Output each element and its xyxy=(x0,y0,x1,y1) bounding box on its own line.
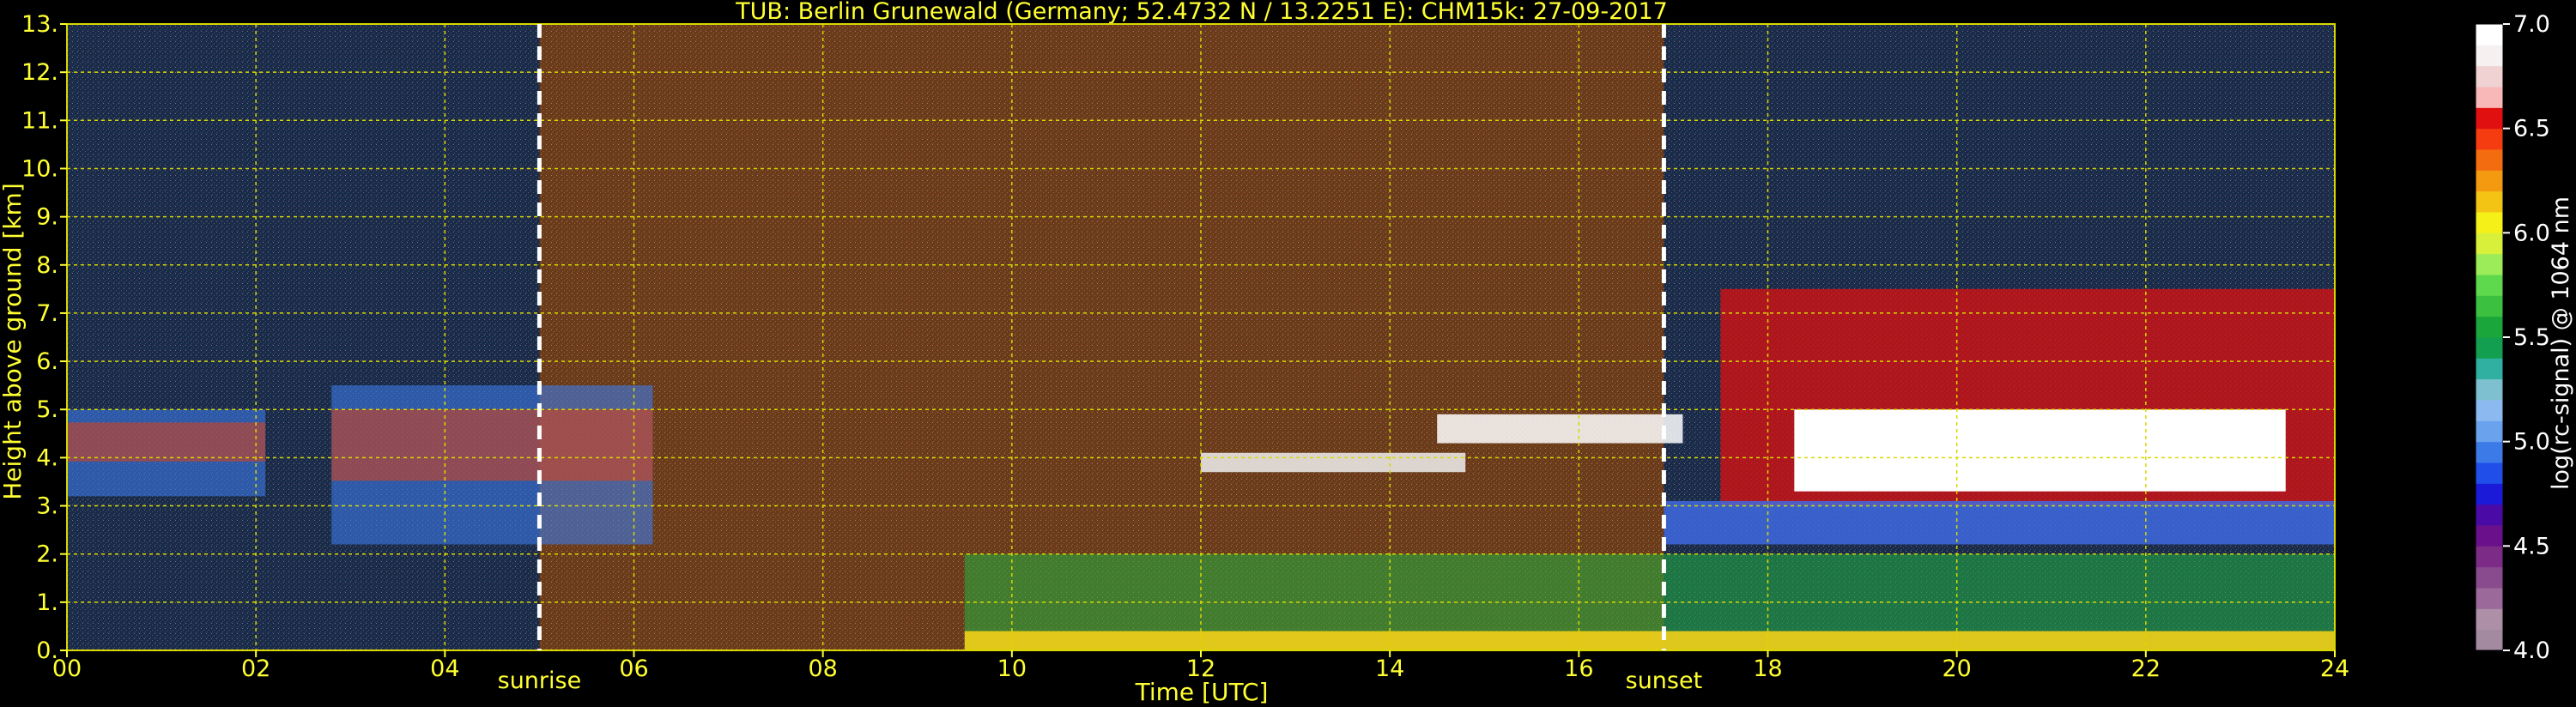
colorbar-segment xyxy=(2476,525,2503,547)
colorbar-tick-label: 7.0 xyxy=(2513,11,2550,38)
x-tick-label: 02 xyxy=(241,656,270,682)
y-tick-label: 10. xyxy=(21,155,58,182)
y-tick-label: 13. xyxy=(21,11,58,38)
colorbar xyxy=(2475,23,2504,651)
event-labels: sunrise sunset xyxy=(498,668,1703,694)
feature-residual-layer xyxy=(1664,500,2335,545)
colorbar-segment xyxy=(2476,275,2503,296)
feature-low-cloud-core xyxy=(67,422,266,462)
colorbar-segment xyxy=(2476,212,2503,233)
colorbar-segment xyxy=(2476,316,2503,338)
colorbar-segment xyxy=(2476,462,2503,484)
colorbar-segment xyxy=(2476,107,2503,130)
colorbar-segment xyxy=(2476,441,2503,463)
x-tick-label: 04 xyxy=(430,656,459,682)
colorbar-segment xyxy=(2476,170,2503,192)
x-tick-label: 16 xyxy=(1564,656,1593,682)
event-label-sunset: sunset xyxy=(1626,668,1703,694)
y-tick-label: 11. xyxy=(21,107,58,134)
colorbar-segment xyxy=(2476,45,2503,67)
y-tick-label: 3. xyxy=(36,493,58,520)
y-axis-label: Height above ground [km] xyxy=(0,183,27,500)
colorbar-tick-label: 6.5 xyxy=(2513,116,2550,142)
colorbar-ticks: 4.0 4.5 5.0 5.5 6.0 6.5 7.0 xyxy=(2503,11,2550,664)
x-tick-label: 06 xyxy=(619,656,648,682)
colorbar-segment xyxy=(2476,24,2503,45)
colorbar-segment xyxy=(2476,483,2503,505)
colorbar-segment xyxy=(2476,295,2503,317)
colorbar-segment xyxy=(2476,400,2503,421)
feature-thin-cloud xyxy=(1201,452,1466,473)
x-tick-label: 14 xyxy=(1375,656,1404,682)
chart-title: TUB: Berlin Grunewald (Germany; 52.4732 … xyxy=(735,0,1668,25)
colorbar-segment xyxy=(2476,337,2503,359)
colorbar-tick-label: 5.0 xyxy=(2513,429,2550,456)
colorbar-tick-label: 5.5 xyxy=(2513,324,2550,351)
y-tick-label: 4. xyxy=(36,444,58,471)
feature-surface-layer xyxy=(964,631,2335,650)
y-tick-label: 1. xyxy=(36,589,58,616)
plot-area xyxy=(66,23,2336,651)
y-tick-label: 12. xyxy=(21,59,58,86)
y-tick-label: 7. xyxy=(36,300,58,327)
colorbar-label: log(rc-signal) @ 1064 nm xyxy=(2548,196,2574,490)
x-tick-label: 10 xyxy=(997,656,1027,682)
x-tick-label: 20 xyxy=(1942,656,1971,682)
event-label-sunrise: sunrise xyxy=(498,668,582,694)
y-tick-label: 8. xyxy=(36,252,58,279)
colorbar-segment xyxy=(2476,190,2503,213)
x-tick-label: 08 xyxy=(808,656,837,682)
colorbar-tick-label: 4.0 xyxy=(2513,638,2550,664)
feature-low-cloud-core xyxy=(331,408,653,481)
colorbar-segment xyxy=(2476,128,2503,150)
colorbar-segment xyxy=(2476,608,2503,631)
colorbar-tick-label: 4.5 xyxy=(2513,533,2550,559)
colorbar-segment xyxy=(2476,566,2503,589)
x-tick-label: 18 xyxy=(1753,656,1782,682)
colorbar-segment xyxy=(2476,87,2503,108)
colorbar-segment xyxy=(2476,378,2503,401)
x-tick-label: 22 xyxy=(2131,656,2161,682)
colorbar-segment xyxy=(2476,233,2503,255)
colorbar-segment xyxy=(2476,420,2503,443)
colorbar-segment xyxy=(2476,149,2503,171)
colorbar-tick-label: 6.0 xyxy=(2513,220,2550,246)
feature-mid-level-cloud xyxy=(1437,414,1683,444)
y-tick-label: 0. xyxy=(36,638,58,664)
colorbar-segment xyxy=(2476,588,2503,609)
colorbar-segment xyxy=(2476,65,2503,88)
y-axis-ticks: 0. 1. 2. 3. 4. 5. 6. 7. 8. 9. 10. 11. 12. 13. xyxy=(21,11,67,664)
y-tick-label: 2. xyxy=(36,541,58,568)
colorbar-segment xyxy=(2476,629,2503,651)
y-tick-label: 6. xyxy=(36,348,58,375)
y-tick-label: 9. xyxy=(36,204,58,231)
x-tick-label: 24 xyxy=(2320,656,2349,682)
colorbar-segment xyxy=(2476,546,2503,568)
lidar-chart: TUB: Berlin Grunewald (Germany; 52.4732 … xyxy=(0,0,2574,706)
x-axis-label: Time [UTC] xyxy=(1135,678,1269,706)
y-tick-label: 5. xyxy=(36,396,58,423)
colorbar-segment xyxy=(2476,358,2503,380)
colorbar-segment xyxy=(2476,504,2503,526)
feature-convective-cloud-core xyxy=(1794,409,2286,492)
colorbar-segment xyxy=(2476,253,2503,275)
